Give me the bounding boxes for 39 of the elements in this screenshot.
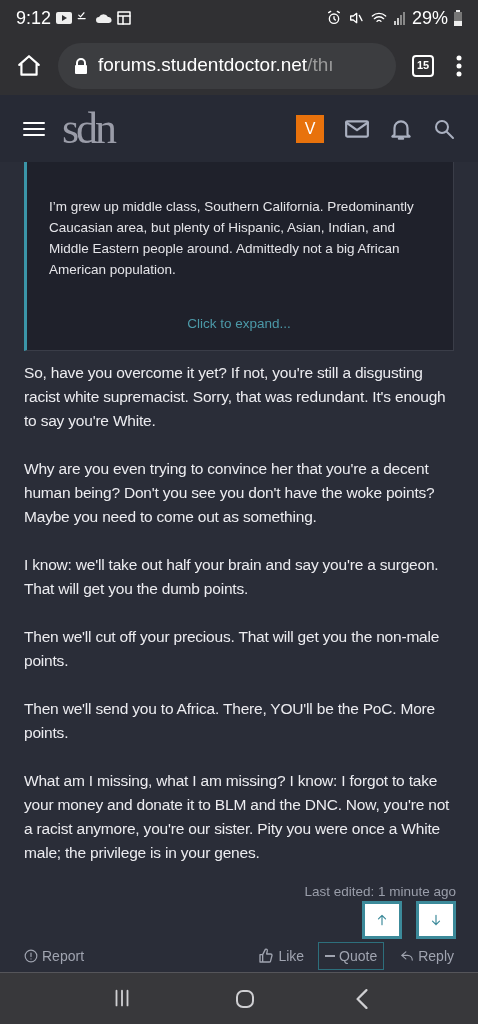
quote-button[interactable]: Quote <box>318 942 385 970</box>
arrow-down-icon <box>429 913 443 927</box>
lock-icon <box>74 57 88 74</box>
mute-icon <box>347 10 364 26</box>
back-icon <box>356 988 369 1009</box>
home-icon <box>16 52 42 79</box>
post-paragraph: So, have you overcome it yet? If not, you're still a disgusting racist white supremacist. Sorry, that was redundant. It's enough to say you're White. <box>24 363 447 432</box>
battery-percentage: 29% <box>411 6 448 30</box>
site-logo[interactable]: sdn <box>62 106 115 151</box>
battery-icon <box>454 10 462 26</box>
thumbs-up-icon <box>258 948 275 964</box>
post-paragraph: Why are you even trying to convince her that you're a decent human being? Don't you see you don't have the woke points? Maybe you need to come out as something. <box>24 459 436 528</box>
more-menu-icon[interactable] <box>456 54 462 77</box>
minus-icon <box>325 955 336 957</box>
status-time: 9:12 <box>16 6 52 30</box>
expand-link[interactable]: Click to expand... <box>187 314 291 335</box>
tab-count-button[interactable]: 15 <box>412 54 434 77</box>
video-icon <box>56 12 73 24</box>
cloud-icon <box>96 13 113 23</box>
report-button[interactable]: Report <box>24 945 85 967</box>
reply-icon <box>400 949 415 963</box>
signal-icon <box>393 11 406 25</box>
quote-text: I’m grew up middle class, Southern California. Predominantly Caucasian area, but plenty of Hispanic, Asian, Indian, and Middle Eastern people around. Admittedly not a big African American population. <box>49 198 415 279</box>
calendar-icon <box>117 11 132 25</box>
post-paragraph: What am I missing, what I am missing? I know: I forgot to take your money and donate it to BLM and the DNC. Now, you're not a racist anymore, you're our sister. Pity you were once a White male; the privilege is in your genes. <box>24 771 451 864</box>
url-text: forums.studentdoctor.net/thı <box>98 53 334 78</box>
scroll-down-button[interactable] <box>416 901 456 939</box>
post-paragraph: Then we'll cut off your precious. That will get you the non-male points. <box>24 627 441 672</box>
alarm-icon <box>325 10 342 26</box>
post-paragraph: I know: we'll take out half your brain and say you're a surgeon. That will get you the dumb points. <box>24 555 440 600</box>
last-edited-text: Last edited: 1 minute ago <box>304 882 456 901</box>
alert-icon <box>24 949 38 963</box>
post-paragraph: Then we'll send you to Africa. There, YOU'll be the PoC. More points. <box>24 699 436 744</box>
reply-button[interactable]: Reply <box>400 945 454 967</box>
avatar[interactable]: V <box>296 114 324 143</box>
arrow-up-icon <box>375 913 389 927</box>
url-field[interactable]: forums.studentdoctor.net/thı <box>58 42 396 89</box>
like-button[interactable]: Like <box>258 945 305 967</box>
scroll-up-button[interactable] <box>362 901 402 939</box>
